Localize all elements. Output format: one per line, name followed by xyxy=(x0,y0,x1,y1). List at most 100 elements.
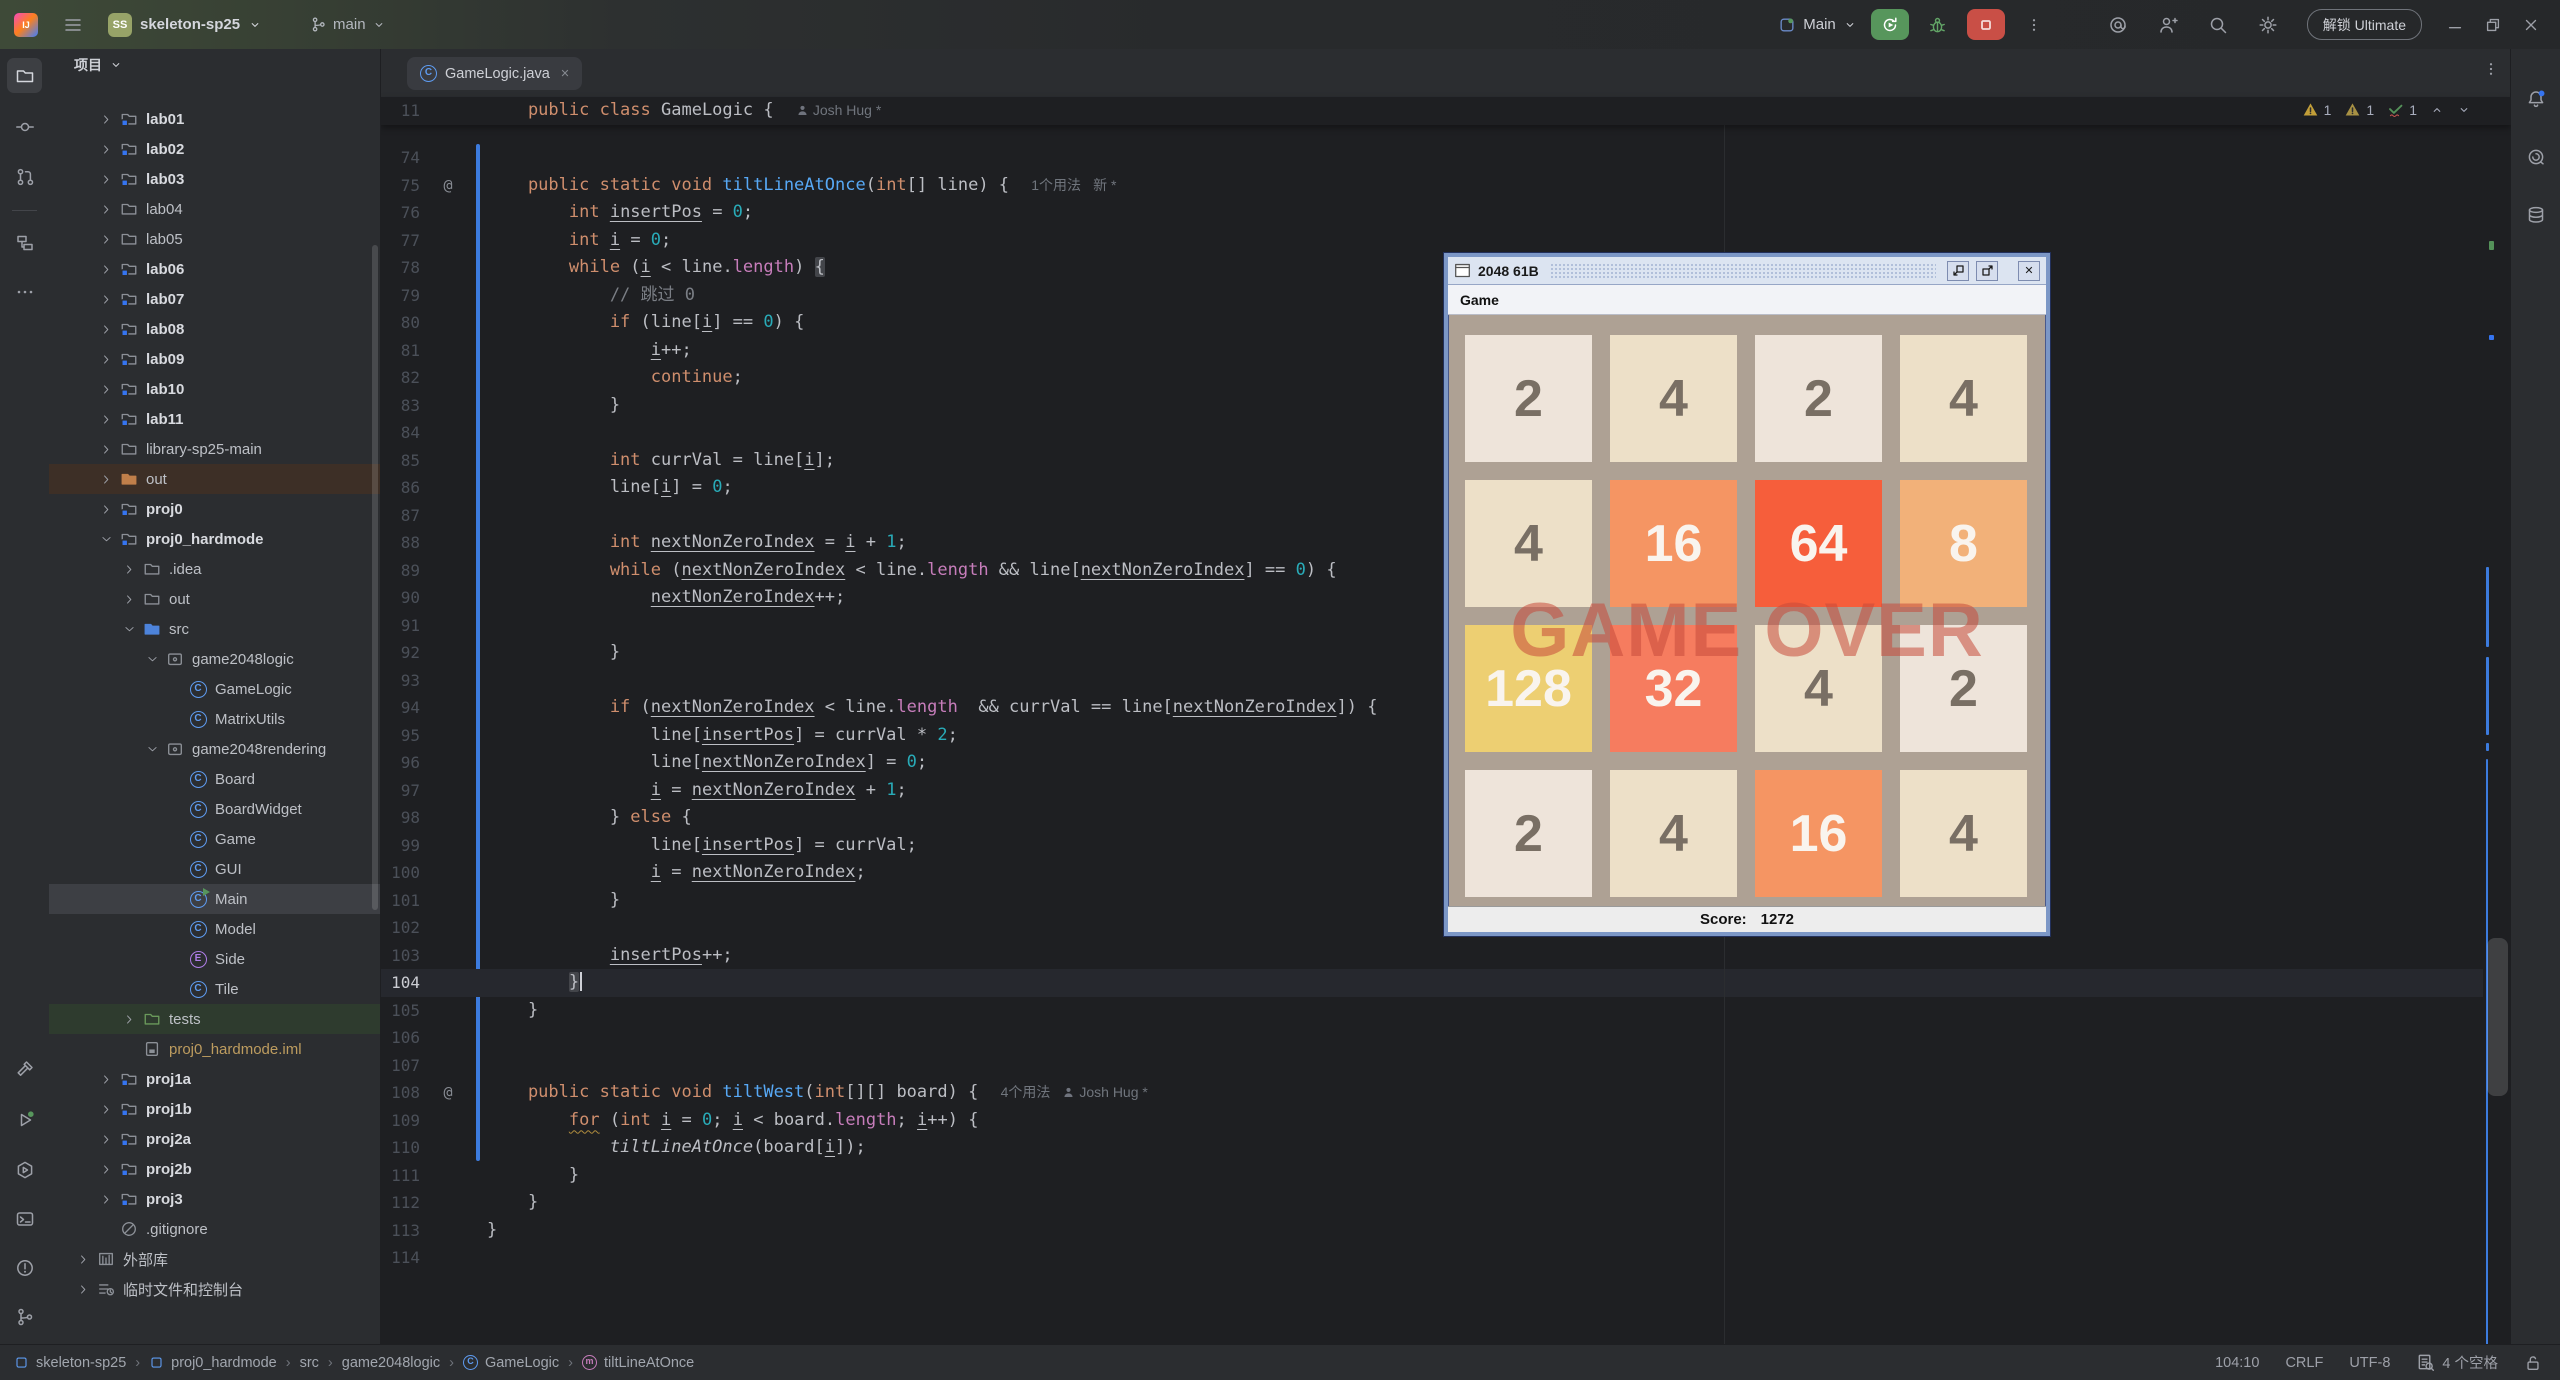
tree-item-lab05[interactable]: lab05 xyxy=(49,224,380,254)
code-line-91[interactable]: 91 xyxy=(381,612,2483,640)
stop-button[interactable] xyxy=(1966,9,2005,40)
chevron-collapsed-icon[interactable] xyxy=(98,231,114,247)
code-line-90[interactable]: 90 nextNonZeroIndex++; xyxy=(381,584,2483,612)
chevron-collapsed-icon[interactable] xyxy=(98,201,114,217)
chevron-collapsed-icon[interactable] xyxy=(98,1071,114,1087)
stripe-mark-green[interactable] xyxy=(2489,241,2494,250)
tree-item-临时文件和控制台[interactable]: 临时文件和控制台 xyxy=(49,1274,380,1304)
code-line-text[interactable]: } xyxy=(487,1189,538,1217)
chevron-collapsed-icon[interactable] xyxy=(98,1161,114,1177)
line-number[interactable]: 94 xyxy=(381,694,420,722)
window-restore-button[interactable] xyxy=(2478,16,2508,34)
code-line-81[interactable]: 81 i++; xyxy=(381,337,2483,365)
code-vision-hint[interactable]: 1个用法 xyxy=(1031,177,1081,193)
code-line-text[interactable]: public static void tiltLineAtOnce(int[] … xyxy=(487,172,1116,200)
main-menu-button[interactable] xyxy=(52,9,94,41)
line-number[interactable]: 79 xyxy=(381,282,420,310)
chevron-collapsed-icon[interactable] xyxy=(98,381,114,397)
editor-scrollbar-thumb[interactable] xyxy=(2487,938,2508,1096)
code-line-99[interactable]: 99 line[insertPos] = currVal; xyxy=(381,832,2483,860)
line-number[interactable]: 77 xyxy=(381,227,420,255)
line-number[interactable]: 103 xyxy=(381,942,420,970)
tree-scrollbar[interactable] xyxy=(372,245,378,910)
code-line-111[interactable]: 111 } xyxy=(381,1162,2483,1190)
caret-position[interactable]: 104:10 xyxy=(2215,1355,2259,1371)
code-line-text[interactable]: insertPos++; xyxy=(487,942,733,970)
structure-toolwindow-button[interactable] xyxy=(7,225,42,260)
rerun-button[interactable] xyxy=(1870,9,1909,40)
chevron-collapsed-icon[interactable] xyxy=(98,111,114,127)
code-line-105[interactable]: 105 } xyxy=(381,997,2483,1025)
tab-gamelogic-java[interactable]: C GameLogic.java × xyxy=(407,57,583,90)
line-number[interactable]: 107 xyxy=(381,1052,420,1080)
code-line-text[interactable]: line[insertPos] = currVal; xyxy=(487,832,917,860)
run-configuration-selector[interactable]: Main xyxy=(1778,16,1857,34)
author-hint[interactable]: Josh Hug * xyxy=(796,102,881,118)
chevron-collapsed-icon[interactable] xyxy=(98,261,114,277)
code-line-87[interactable]: 87 xyxy=(381,502,2483,530)
tree-item-GameLogic[interactable]: C GameLogic xyxy=(49,674,380,704)
more-toolwindow-button[interactable] xyxy=(7,274,42,309)
code-line-84[interactable]: 84 xyxy=(381,419,2483,447)
tab-options-kebab-icon[interactable] xyxy=(2483,61,2499,77)
breadcrumb-GameLogic[interactable]: C GameLogic xyxy=(462,1355,559,1371)
warnings-badge-2[interactable]: 1 xyxy=(2344,101,2374,118)
tree-item-lab11[interactable]: lab11 xyxy=(49,404,380,434)
code-line-text[interactable]: int nextNonZeroIndex = i + 1; xyxy=(487,529,907,557)
code-line-text[interactable]: } xyxy=(487,392,620,420)
problems-toolwindow-button[interactable] xyxy=(7,1250,42,1285)
line-number[interactable]: 75 xyxy=(381,172,420,200)
tree-item-proj2b[interactable]: proj2b xyxy=(49,1154,380,1184)
code-line-95[interactable]: 95 line[insertPos] = currVal * 2; xyxy=(381,722,2483,750)
settings-button[interactable] xyxy=(2247,9,2289,41)
code-line-94[interactable]: 94 if (nextNonZeroIndex < line.length &&… xyxy=(381,694,2483,722)
code-line-text[interactable]: int i = 0; xyxy=(487,227,671,255)
line-number[interactable]: 86 xyxy=(381,474,420,502)
code-line-79[interactable]: 79 // 跳过 0 xyxy=(381,282,2483,310)
line-number[interactable]: 111 xyxy=(381,1162,420,1190)
tree-item-library-sp25-main[interactable]: library-sp25-main xyxy=(49,434,380,464)
game-maximize-button[interactable] xyxy=(1976,260,1998,281)
code-line-text[interactable]: if (line[i] == 0) { xyxy=(487,309,805,337)
window-minimize-button[interactable] xyxy=(2440,16,2470,34)
run-toolwindow-button[interactable] xyxy=(7,1102,42,1137)
tree-item-Main[interactable]: C Main xyxy=(49,884,380,914)
tree-item-lab06[interactable]: lab06 xyxy=(49,254,380,284)
code-line-text[interactable]: continue; xyxy=(487,364,743,392)
code-line-93[interactable]: 93 xyxy=(381,667,2483,695)
code-vision-hint[interactable]: 4个用法 xyxy=(1001,1084,1051,1100)
code-line-77[interactable]: 77 int i = 0; xyxy=(381,227,2483,255)
code-line-110[interactable]: 110 tiltLineAtOnce(board[i]); xyxy=(381,1134,2483,1162)
code-line-92[interactable]: 92 } xyxy=(381,639,2483,667)
code-line-text[interactable]: line[nextNonZeroIndex] = 0; xyxy=(487,749,927,777)
git-branch-toolwindow-button[interactable] xyxy=(7,1299,42,1334)
line-number[interactable]: 90 xyxy=(381,584,420,612)
tree-item-lab07[interactable]: lab07 xyxy=(49,284,380,314)
line-separator[interactable]: CRLF xyxy=(2285,1355,2323,1371)
game-menu[interactable]: Game xyxy=(1448,292,1511,308)
author-hint[interactable]: Josh Hug * xyxy=(1062,1084,1148,1100)
chevron-collapsed-icon[interactable] xyxy=(75,1251,91,1267)
line-number[interactable]: 84 xyxy=(381,419,420,447)
code-line-text[interactable]: line[i] = 0; xyxy=(487,474,733,502)
code-vision-hint[interactable]: 新 * xyxy=(1093,177,1116,193)
code-line-75[interactable]: 75 @ public static void tiltLineAtOnce(in… xyxy=(381,172,2483,200)
error-stripe[interactable] xyxy=(2483,97,2511,1345)
chevron-collapsed-icon[interactable] xyxy=(98,291,114,307)
code-line-103[interactable]: 103 insertPos++; xyxy=(381,942,2483,970)
ai-assistant-toolwindow-button[interactable] xyxy=(2518,139,2553,174)
line-number[interactable]: 76 xyxy=(381,199,420,227)
chevron-expanded-icon[interactable] xyxy=(144,741,160,757)
commit-toolwindow-button[interactable] xyxy=(7,109,42,144)
chevron-collapsed-icon[interactable] xyxy=(121,1011,137,1027)
tab-close-icon[interactable]: × xyxy=(561,66,569,82)
line-number[interactable]: 98 xyxy=(381,804,420,832)
gutter-annotation-icon[interactable]: @ xyxy=(438,1082,458,1102)
tree-item-GUI[interactable]: C GUI xyxy=(49,854,380,884)
line-number[interactable]: 97 xyxy=(381,777,420,805)
line-number[interactable]: 96 xyxy=(381,749,420,777)
code-line-80[interactable]: 80 if (line[i] == 0) { xyxy=(381,309,2483,337)
line-number[interactable]: 110 xyxy=(381,1134,420,1162)
unlock-ultimate-button[interactable]: 解锁 Ultimate xyxy=(2306,9,2422,40)
breadcrumb-proj0_hardmode[interactable]: proj0_hardmode xyxy=(149,1355,277,1371)
